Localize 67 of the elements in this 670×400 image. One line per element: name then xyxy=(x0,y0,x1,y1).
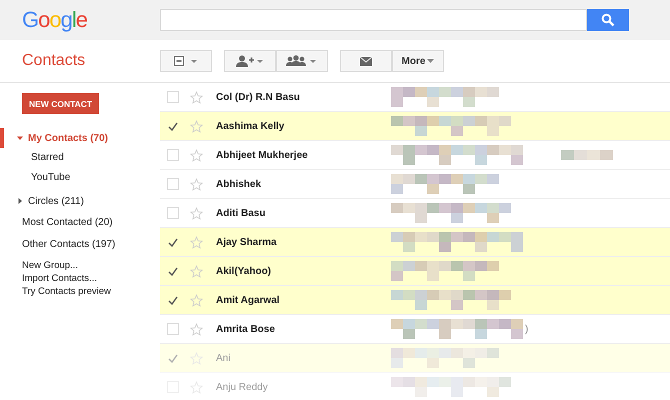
checkbox-caret-icon xyxy=(174,56,198,66)
checkbox[interactable] xyxy=(167,91,179,103)
contact-name: Col (Dr) R.N Basu xyxy=(216,92,301,102)
logo: Google xyxy=(21,7,88,33)
add-person-button[interactable] xyxy=(224,50,276,72)
star-icon[interactable] xyxy=(190,206,203,220)
contact-row[interactable]: Ajay Sharma xyxy=(160,228,670,257)
blurred-phone-drawing xyxy=(561,150,613,160)
new-contact-button[interactable]: NEW CONTACT xyxy=(22,93,100,114)
star-icon[interactable] xyxy=(190,294,203,306)
contact-name: Anju Reddy xyxy=(216,382,269,392)
group-button[interactable] xyxy=(276,50,328,72)
expanded-arrow-icon xyxy=(17,135,23,141)
sidebar-item[interactable]: Circles (211) xyxy=(0,191,160,211)
contact-name: Aditi Basu xyxy=(216,208,266,218)
checkbox[interactable] xyxy=(167,236,179,248)
envelope-icon xyxy=(360,56,372,66)
star-icon[interactable] xyxy=(190,90,203,104)
star-icon[interactable] xyxy=(190,380,203,394)
star-icon[interactable] xyxy=(190,120,203,132)
search-button[interactable] xyxy=(587,9,629,31)
people-icon xyxy=(286,55,318,67)
sidebar-link[interactable]: Import Contacts... xyxy=(22,272,160,285)
checkbox[interactable] xyxy=(167,178,179,190)
checkbox[interactable] xyxy=(167,120,179,132)
contact-name: Amit Agarwal xyxy=(216,294,281,306)
contact-name: Abhijeet Mukherjee xyxy=(216,150,309,160)
email-button[interactable] xyxy=(340,50,392,72)
star-icon[interactable] xyxy=(190,178,203,190)
select-dropdown[interactable] xyxy=(160,50,212,72)
contact-name: Abhishek xyxy=(216,178,262,190)
checkbox[interactable] xyxy=(167,265,179,277)
sidebar-item[interactable]: Other Contacts (197) xyxy=(0,235,160,255)
sidebar-item[interactable]: YouTube xyxy=(0,168,160,188)
contact-name: Amrita Bose xyxy=(216,324,276,334)
sidebar-item[interactable]: Most Contacted (20) xyxy=(0,213,160,233)
star-icon[interactable] xyxy=(190,322,203,336)
checkbox[interactable] xyxy=(167,352,179,364)
contact-name: Ani xyxy=(216,352,232,364)
sidebar-link[interactable]: New Group... xyxy=(22,259,160,272)
star-icon[interactable] xyxy=(190,148,203,162)
contact-row[interactable]: Abhijeet Mukherjee xyxy=(160,141,670,170)
contact-row[interactable]: Amit Agarwal xyxy=(160,286,670,315)
contact-row[interactable]: Aashima Kelly xyxy=(160,112,670,141)
search-icon xyxy=(601,13,615,27)
star-icon[interactable] xyxy=(190,352,203,364)
contact-name: Aashima Kelly xyxy=(216,120,286,132)
app-title: Contacts xyxy=(21,52,86,70)
contact-row[interactable]: Akil(Yahoo) xyxy=(160,257,670,286)
checkbox[interactable] xyxy=(167,149,179,161)
star-icon[interactable] xyxy=(190,264,203,278)
sidebar-link[interactable]: Try Contacts preview xyxy=(22,285,160,298)
checkbox[interactable] xyxy=(167,294,179,306)
contact-row[interactable]: Abhishek xyxy=(160,170,670,199)
search-field[interactable] xyxy=(160,9,587,31)
checkbox[interactable] xyxy=(167,207,179,219)
email-fragment: ) xyxy=(525,324,528,334)
collapsed-arrow-icon xyxy=(17,198,23,204)
checkbox[interactable] xyxy=(167,323,179,335)
caret-icon xyxy=(427,59,434,63)
contact-name: Akil(Yahoo) xyxy=(216,266,272,276)
more-dropdown[interactable]: More xyxy=(392,50,444,72)
star-icon[interactable] xyxy=(190,236,203,248)
add-person-icon xyxy=(236,55,264,67)
contact-row[interactable]: Amrita Bose ) xyxy=(160,315,670,344)
sidebar-item[interactable]: Starred xyxy=(0,148,160,168)
contact-name: Ajay Sharma xyxy=(216,236,278,248)
